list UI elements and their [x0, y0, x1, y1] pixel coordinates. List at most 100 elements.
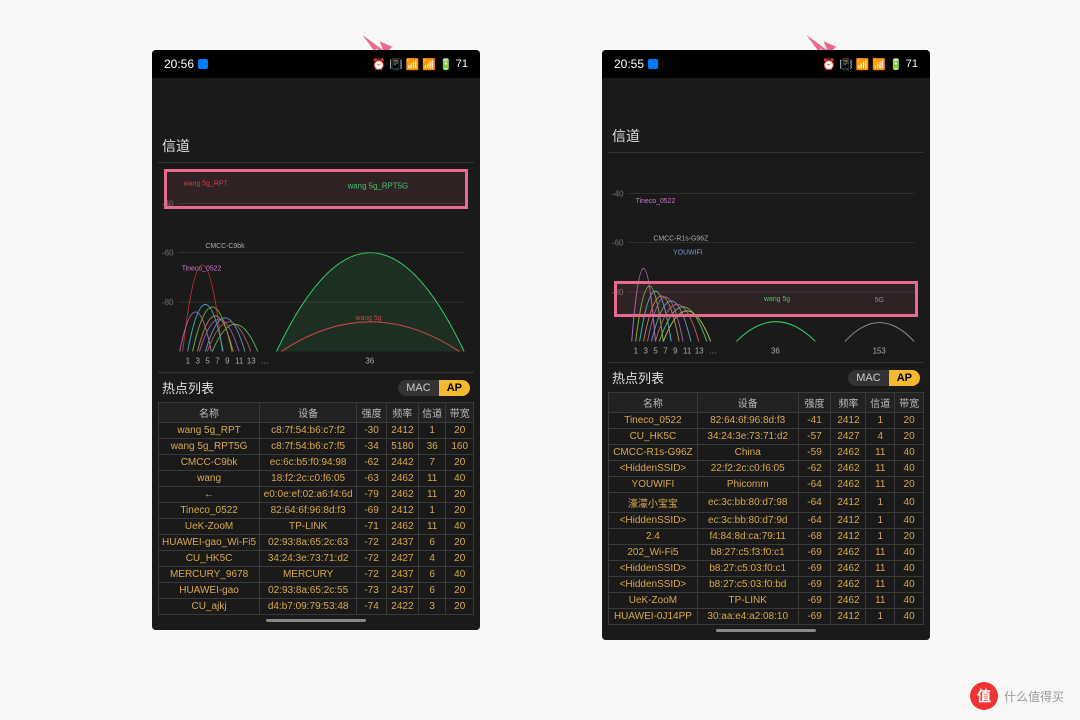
- cell: CMCC-C9bk: [159, 455, 260, 471]
- svg-text:9: 9: [673, 346, 678, 355]
- table-row[interactable]: UeK-ZooMTP-LINK-7124621140: [159, 519, 474, 535]
- table-row[interactable]: CMCC-C9bkec:6c:b5:f0:94:98-622442720: [159, 455, 474, 471]
- table-row[interactable]: 2.4f4:84:8d:ca:79:11-682412120: [609, 529, 924, 545]
- cell: TP-LINK: [697, 593, 798, 609]
- cell: 6: [418, 567, 446, 583]
- svg-text:9: 9: [225, 356, 230, 365]
- cell: 7: [418, 455, 446, 471]
- cell: -64: [798, 477, 831, 493]
- cell: 40: [895, 493, 924, 513]
- table-row[interactable]: HUAWEI-gao02:93:8a:65:2c:55-732437620: [159, 583, 474, 599]
- cell: 2422: [386, 599, 418, 615]
- cell: 2462: [831, 445, 866, 461]
- pill-mac[interactable]: MAC: [848, 370, 888, 386]
- cell: -71: [357, 519, 387, 535]
- cell: 40: [895, 513, 924, 529]
- cell: Tineco_0522: [159, 503, 260, 519]
- cell: 11: [418, 471, 446, 487]
- hotspot-list-title: 热点列表: [612, 368, 664, 387]
- svg-text:CMCC-R1s-G96Z: CMCC-R1s-G96Z: [653, 236, 708, 243]
- col-bw: 带宽: [895, 393, 924, 413]
- cell: 11: [866, 561, 895, 577]
- cell: 20: [446, 455, 474, 471]
- table-row[interactable]: Tineco_052282:64:6f:96:8d:f3-412412120: [609, 413, 924, 429]
- cell: 3: [418, 599, 446, 615]
- table-row[interactable]: CU_HK5C34:24:3e:73:71:d2-572427420: [609, 429, 924, 445]
- cell: -74: [357, 599, 387, 615]
- cell: China: [697, 445, 798, 461]
- cell: 1: [418, 503, 446, 519]
- cell: 40: [895, 545, 924, 561]
- wifi-channel-chart-left: -40 -60 -80 wang 5g_RPT CMCC-: [158, 163, 474, 373]
- cell: MERCURY_9678: [159, 567, 260, 583]
- cell: -41: [798, 413, 831, 429]
- hotspot-table-left[interactable]: 名称 设备 强度 频率 信道 带宽 wang 5g_RPTc8:7f:54:b6…: [158, 402, 474, 615]
- table-row[interactable]: UeK-ZooMTP-LINK-6924621140: [609, 593, 924, 609]
- cell: 11: [866, 577, 895, 593]
- alarm-icon: ⏰: [822, 58, 836, 71]
- cell: 40: [895, 593, 924, 609]
- cell: 1: [866, 493, 895, 513]
- home-indicator[interactable]: [716, 629, 816, 632]
- table-row[interactable]: wang 5g_RPTc8:7f:54:b6:c7:f2-302412120: [159, 423, 474, 439]
- svg-text:-60: -60: [612, 239, 624, 248]
- svg-text:-40: -40: [612, 189, 624, 198]
- table-row[interactable]: HUAWEI-0J14PP30:aa:e4:a2:08:10-692412140: [609, 609, 924, 625]
- svg-text:3: 3: [644, 346, 649, 355]
- cell: 2462: [831, 461, 866, 477]
- hotspot-table-right[interactable]: 名称 设备 强度 频率 信道 带宽 Tineco_052282:64:6f:96…: [608, 392, 924, 625]
- cell: 160: [446, 439, 474, 455]
- table-row[interactable]: 202_Wi-Fi5b8:27:c5:f3:f0:c1-6924621140: [609, 545, 924, 561]
- battery-pct: 71: [906, 58, 918, 70]
- table-row[interactable]: <HiddenSSID>b8:27:c5:03:f0:c1-6924621140: [609, 561, 924, 577]
- cell: HUAWEI-0J14PP: [609, 609, 698, 625]
- status-bar: 20:55 ⏰ 📳 📶 📶 🔋 71: [602, 50, 930, 78]
- cell: 2427: [386, 551, 418, 567]
- table-row[interactable]: <HiddenSSID>22:f2:2c:c0:f6:05-6224621140: [609, 461, 924, 477]
- cell: -69: [798, 561, 831, 577]
- watermark: 值 什么值得买: [970, 682, 1064, 710]
- home-indicator[interactable]: [266, 619, 366, 622]
- table-row[interactable]: 濠濛小宝宝ec:3c:bb:80:d7:98-642412140: [609, 493, 924, 513]
- cell: 202_Wi-Fi5: [609, 545, 698, 561]
- col-device: 设备: [697, 393, 798, 413]
- cell: 11: [866, 445, 895, 461]
- cell: -73: [357, 583, 387, 599]
- cell: -72: [357, 535, 387, 551]
- signal-icon: 📶: [422, 58, 436, 71]
- pill-mac[interactable]: MAC: [398, 380, 438, 396]
- section-channel: 信道: [608, 120, 924, 153]
- table-row[interactable]: MERCURY_9678MERCURY-722437640: [159, 567, 474, 583]
- svg-text:11: 11: [235, 356, 243, 365]
- table-row[interactable]: YOUWIFIPhicomm-6424621120: [609, 477, 924, 493]
- mac-ap-toggle[interactable]: MAC AP: [398, 380, 470, 396]
- mac-ap-toggle[interactable]: MAC AP: [848, 370, 920, 386]
- cell: 82:64:6f:96:8d:f3: [697, 413, 798, 429]
- cell: 2412: [386, 423, 418, 439]
- cell: 20: [446, 535, 474, 551]
- cell: HUAWEI-gao: [159, 583, 260, 599]
- table-row[interactable]: <HiddenSSID>b8:27:c5:03:f0:bd-6924621140: [609, 577, 924, 593]
- table-row[interactable]: wang 5g_RPT5Gc8:7f:54:b6:c7:f5-345180361…: [159, 439, 474, 455]
- cell: YOUWIFI: [609, 477, 698, 493]
- table-row[interactable]: ←e0:0e:ef:02:a6:f4:6d-7924621120: [159, 487, 474, 503]
- phone-screenshot-left: 20:56 ⏰ 📳 📶 📶 🔋 71 信道 -40 -60 -80: [152, 50, 480, 630]
- cell: 1: [866, 609, 895, 625]
- svg-text:-60: -60: [162, 249, 174, 258]
- table-row[interactable]: <HiddenSSID>ec:3c:bb:80:d7:9d-642412140: [609, 513, 924, 529]
- table-row[interactable]: CU_ajkjd4:b7:09:79:53:48-742422320: [159, 599, 474, 615]
- cell: 2462: [831, 561, 866, 577]
- cell: Phicomm: [697, 477, 798, 493]
- table-row[interactable]: wang18:f2:2c:c0:f6:05-6324621140: [159, 471, 474, 487]
- pill-ap[interactable]: AP: [889, 370, 920, 386]
- cell: 6: [418, 535, 446, 551]
- pill-ap[interactable]: AP: [439, 380, 470, 396]
- table-row[interactable]: Tineco_052282:64:6f:96:8d:f3-692412120: [159, 503, 474, 519]
- cell: -69: [357, 503, 387, 519]
- table-row[interactable]: CMCC-R1s-G96ZChina-5924621140: [609, 445, 924, 461]
- col-channel: 信道: [866, 393, 895, 413]
- cell: 82:64:6f:96:8d:f3: [260, 503, 357, 519]
- alarm-icon: ⏰: [372, 58, 386, 71]
- table-row[interactable]: CU_HK5C34:24:3e:73:71:d2-722427420: [159, 551, 474, 567]
- table-row[interactable]: HUAWEI-gao_Wi-Fi502:93:8a:65:2c:63-72243…: [159, 535, 474, 551]
